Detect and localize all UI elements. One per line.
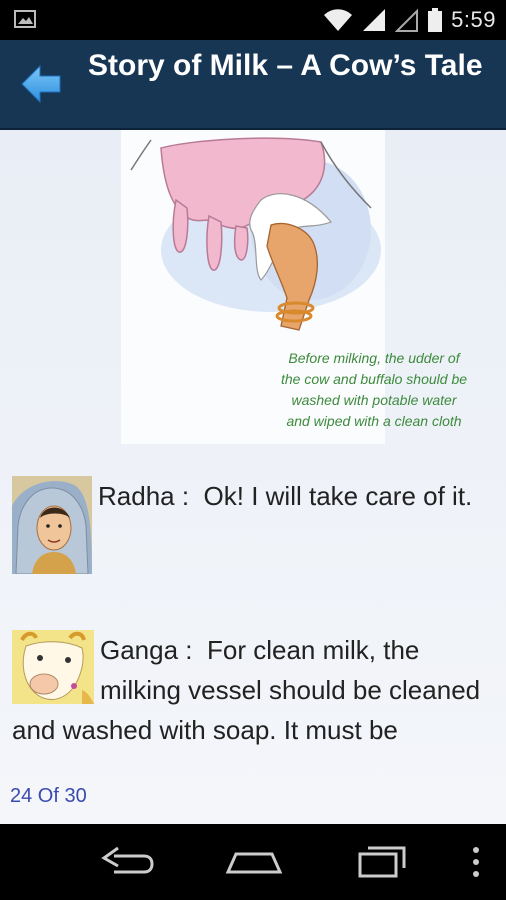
- nav-home-button[interactable]: [224, 838, 284, 886]
- nav-back-button[interactable]: [96, 838, 156, 886]
- nav-recents-icon: [358, 846, 406, 878]
- speaker-separator: :: [174, 481, 204, 511]
- image-notification-icon: [14, 10, 36, 28]
- overflow-menu-icon: [473, 847, 479, 877]
- arrow-left-icon: [21, 64, 61, 104]
- signal-icon: [363, 9, 386, 31]
- system-nav-bar: [0, 824, 506, 900]
- overflow-menu-button[interactable]: [458, 838, 494, 886]
- cow-udder-picture: [130, 137, 381, 331]
- speaker-separator: :: [178, 635, 207, 665]
- action-bar: Story of Milk – A Cow’s Tale: [0, 40, 506, 130]
- nav-back-icon: [101, 846, 154, 874]
- nav-recents-button[interactable]: [352, 838, 412, 886]
- signal-empty-icon: [395, 8, 419, 32]
- status-bar: 5:59: [0, 0, 506, 40]
- page-title: Story of Milk – A Cow’s Tale: [88, 49, 483, 82]
- radha-avatar: [12, 476, 92, 574]
- dialog-text: Ok! I will take care of it.: [203, 481, 473, 511]
- udder-washing-illustration: Before milking, the udder of the cow and…: [121, 130, 467, 444]
- caption-line: Before milking, the udder of: [288, 350, 460, 366]
- speaker-name: Ganga: [100, 635, 179, 665]
- caption-line: washed with potable water: [291, 392, 457, 408]
- nav-home-icon: [225, 852, 283, 874]
- caption-line: the cow and buffalo should be: [280, 371, 468, 387]
- dialog-ganga: Ganga : For clean milk, the milking vess…: [12, 630, 492, 750]
- illustration-caption: Before milking, the udder of the cow and…: [242, 348, 506, 432]
- speaker-name: Radha: [98, 481, 175, 511]
- wifi-icon: [324, 9, 353, 32]
- story-content: Before milking, the udder of the cow and…: [0, 130, 506, 824]
- caption-line: and wiped with a clean cloth: [286, 413, 462, 429]
- ganga-cow-avatar: [12, 630, 94, 704]
- clock: 5:59: [451, 7, 496, 32]
- page-indicator: 24 Of 30: [10, 785, 87, 807]
- dialog-radha: Radha : Ok! I will take care of it.: [12, 476, 492, 574]
- battery-icon: [428, 8, 443, 32]
- back-button[interactable]: [18, 62, 66, 106]
